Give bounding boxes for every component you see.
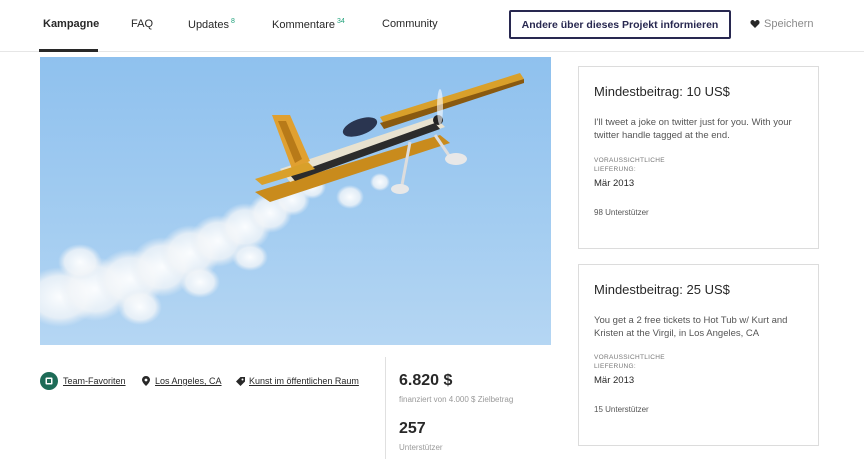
backers-count: 257 xyxy=(399,420,426,437)
delivery-date: Mär 2013 xyxy=(594,375,635,386)
reward-title: Mindestbeitrag: 10 US$ xyxy=(594,84,730,99)
category-link[interactable]: Kunst im öffentlichen Raum xyxy=(236,376,359,386)
heart-icon xyxy=(750,20,760,28)
tab-kampagne[interactable]: Kampagne xyxy=(43,18,99,30)
reward-backers: 15 Unterstützer xyxy=(594,405,649,414)
project-hero-image xyxy=(40,57,551,345)
updates-count: 8 xyxy=(230,18,235,25)
save-button[interactable]: Speichern xyxy=(750,18,814,30)
team-favorites-label: Team-Favoriten xyxy=(63,376,126,386)
delivery-date: Mär 2013 xyxy=(594,178,635,189)
tab-updates[interactable]: Updates 8 xyxy=(188,18,235,31)
save-label: Speichern xyxy=(764,18,814,30)
team-favorites-icon xyxy=(40,372,58,390)
share-project-button[interactable]: Andere über dieses Projekt informieren xyxy=(509,10,731,39)
reward-title: Mindestbeitrag: 25 US$ xyxy=(594,282,730,297)
comments-count: 34 xyxy=(336,18,345,25)
pledged-caption: finanziert von 4.000 $ Zielbetrag xyxy=(399,395,514,404)
location-pin-icon xyxy=(142,376,150,386)
pledged-amount: 6.820 $ xyxy=(399,372,453,389)
delivery-label: VORAUSSICHTLICHE LIEFERUNG: xyxy=(594,354,665,370)
reward-backers: 98 Unterstützer xyxy=(594,208,649,217)
location-link[interactable]: Los Angeles, CA xyxy=(142,376,222,386)
reward-description: You get a 2 free tickets to Hot Tub w/ K… xyxy=(594,315,788,339)
category-label: Kunst im öffentlichen Raum xyxy=(249,376,359,386)
active-tab-indicator xyxy=(39,49,98,52)
reward-card[interactable]: Mindestbeitrag: 10 US$ I'll tweet a joke… xyxy=(578,66,819,249)
delivery-label: VORAUSSICHTLICHE LIEFERUNG: xyxy=(594,157,665,173)
reward-description: I'll tweet a joke on twitter just for yo… xyxy=(594,117,792,141)
stats-divider xyxy=(385,357,386,459)
tab-faq[interactable]: FAQ xyxy=(131,18,153,30)
reward-card[interactable]: Mindestbeitrag: 25 US$ You get a 2 free … xyxy=(578,264,819,446)
location-label: Los Angeles, CA xyxy=(155,376,222,386)
tab-kommentare[interactable]: Kommentare 34 xyxy=(272,18,345,31)
tab-community[interactable]: Community xyxy=(382,18,438,30)
team-favorites-link[interactable]: Team-Favoriten xyxy=(40,372,126,390)
tag-icon xyxy=(236,376,245,386)
project-nav: Kampagne FAQ Updates 8 Kommentare 34 Commu… xyxy=(0,0,864,52)
backers-caption: Unterstützer xyxy=(399,443,443,452)
